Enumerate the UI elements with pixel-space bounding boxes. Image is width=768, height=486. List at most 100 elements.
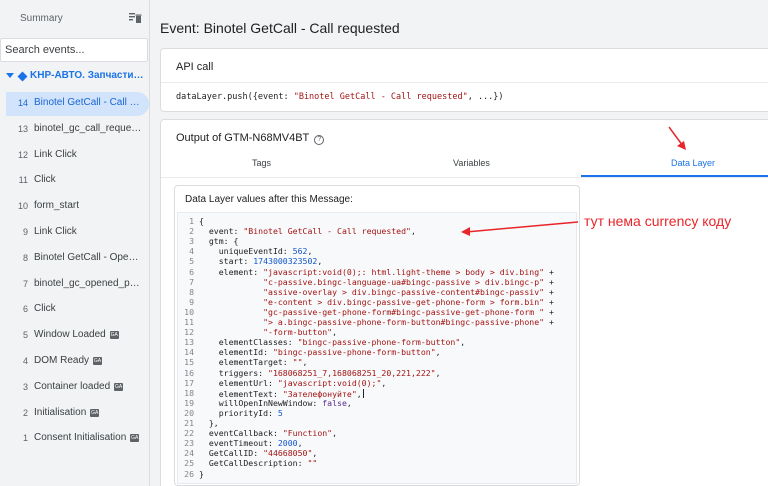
code-string: "" (307, 458, 318, 469)
help-icon[interactable]: ? (314, 135, 325, 145)
container-label: KHP-АВТО. Запчастини для (30, 70, 148, 81)
ga-badge-icon: GA (93, 356, 103, 365)
line-number: 9 (189, 296, 194, 307)
event-name-text: Consent Initialisation (34, 432, 127, 444)
event-number: 8 (22, 252, 28, 263)
event-number: 9 (22, 226, 28, 237)
divider (161, 82, 768, 83)
caret-down-icon[interactable] (6, 73, 14, 78)
event-name: Click (34, 303, 56, 314)
api-call-heading: API call (176, 61, 214, 73)
line-number: 18 (184, 387, 194, 398)
data-layer-heading: Data Layer values after this Message: (185, 194, 353, 205)
line-text: } (199, 468, 204, 479)
api-call-card: API call dataLayer.push({event: "Binotel… (160, 48, 768, 112)
line-number: 5 (189, 256, 194, 267)
event-number: 3 (22, 381, 28, 392)
output-heading: Output of GTM-N68MV4BT? (176, 132, 325, 145)
event-name: Click (34, 174, 56, 185)
code-string: "44668050" (263, 448, 313, 459)
event-item[interactable]: 12 Link Click (0, 143, 150, 169)
code-string: "-form-button" (263, 327, 333, 338)
code-string: "javascript:void(0);: html.light-theme >… (263, 266, 545, 277)
event-number: 10 (17, 201, 28, 212)
event-number: 13 (17, 123, 28, 134)
search-events-input[interactable] (0, 38, 148, 62)
event-name: Initialisation GA (34, 406, 100, 418)
ga-badge-icon: GA (109, 331, 119, 340)
event-list: 14Binotel GetCall - Call requested13bino… (0, 91, 150, 452)
event-item[interactable]: 4 DOM Ready GA (0, 349, 150, 375)
event-item[interactable]: 7 binotel_gc_opened_passive (0, 272, 150, 298)
line-text: elementUrl: "javascript:void(0);", (199, 377, 387, 388)
sidebar: Summary KHP-АВТО. Запчастини для 14Binot… (0, 0, 150, 486)
event-name: Link Click (34, 226, 77, 237)
event-item[interactable]: 11 Click (0, 168, 150, 194)
event-item[interactable]: 8 Binotel GetCall - Opened (0, 246, 150, 272)
event-name-text: Click (34, 303, 56, 315)
api-call-code-prefix: dataLayer.push({event: (176, 92, 294, 102)
api-call-code-suffix: , ...}) (467, 92, 504, 102)
clear-messages-icon[interactable] (128, 11, 142, 25)
ga-badge-icon: GA (130, 434, 140, 443)
code-number: 2000 (277, 438, 298, 449)
data-layer-box: Data Layer values after this Message: 1{… (174, 185, 580, 486)
code-string: "gc-passive-get-phone-form#bingc-passive… (263, 306, 545, 317)
event-item[interactable]: 1 Consent Initialisation GA (0, 426, 150, 452)
event-name: Consent Initialisation GA (34, 432, 140, 444)
code-string: "Binotel GetCall - Call requested" (243, 226, 411, 237)
event-name: Container loaded GA (34, 381, 124, 392)
code-number: 5 (277, 407, 283, 418)
code-string: "e-content > div.bingc-passive-get-phone… (263, 296, 545, 307)
event-name-text: Link Click (34, 225, 77, 237)
line-number: 7 (189, 276, 194, 287)
event-name-text: Click (34, 174, 56, 186)
event-number: 1 (22, 433, 28, 444)
line-number: 25 (184, 458, 194, 469)
ga-badge-icon: GA (90, 408, 100, 417)
event-name: Binotel GetCall - Call requested (34, 97, 142, 108)
event-name: form_start (34, 200, 79, 211)
event-name-text: DOM Ready (34, 354, 90, 366)
event-name-text: Initialisation (34, 406, 87, 418)
output-heading-text: Output of GTM-N68MV4BT (176, 132, 310, 144)
line-number: 8 (189, 286, 194, 297)
event-name-text: Binotel GetCall - Call requested (34, 97, 142, 108)
code-string: "168068251_7,168068251_20,221,222" (268, 367, 436, 378)
output-tabs: Tags Variables Data Layer (161, 152, 768, 178)
event-item[interactable]: 5 Window Loaded GA (0, 323, 150, 349)
event-number: 7 (22, 278, 28, 289)
event-name: Window Loaded GA (34, 329, 119, 340)
event-number: 4 (22, 355, 28, 366)
page-title: Event: Binotel GetCall - Call requested (160, 20, 400, 36)
tab-tags[interactable]: Tags (252, 158, 271, 168)
event-item[interactable]: 6 Click (0, 297, 150, 323)
active-tab-underline (581, 175, 768, 177)
event-name: Binotel GetCall - Opened (34, 252, 142, 263)
event-number: 2 (22, 407, 28, 418)
container-group[interactable]: KHP-АВТО. Запчастини для (0, 67, 150, 87)
api-call-code: dataLayer.push({event: "Binotel GetCall … (176, 92, 504, 102)
line-number: 6 (189, 266, 194, 277)
code-string: "Function" (282, 428, 333, 439)
code-number: 562 (292, 246, 308, 257)
line-number: 16 (184, 367, 194, 378)
event-item[interactable]: 14 Binotel GetCall - Call requested (0, 91, 150, 117)
event-item[interactable]: 10 form_start (0, 194, 150, 220)
event-number: 11 (18, 175, 28, 186)
event-number: 12 (17, 149, 28, 160)
code-string: "bingc-passive-phone-form-button" (272, 347, 436, 358)
event-item[interactable]: 2 Initialisation GA (0, 401, 150, 427)
event-item[interactable]: 9 Link Click (0, 220, 150, 246)
line-number: 19 (184, 397, 194, 408)
event-number: 6 (22, 304, 28, 315)
event-number: 14 (17, 98, 28, 108)
tab-variables[interactable]: Variables (453, 158, 490, 168)
event-name-text: binotel_gc_call_requested (34, 122, 142, 134)
ga-badge-icon: GA (114, 382, 124, 391)
line-text: GetCallDescription: "" (199, 458, 318, 469)
event-item[interactable]: 13 binotel_gc_call_requested (0, 117, 150, 143)
tab-data-layer[interactable]: Data Layer (671, 158, 715, 168)
data-layer-code[interactable]: 1{2 event: "Binotel GetCall - Call reque… (177, 212, 577, 484)
event-item[interactable]: 3 Container loaded GA (0, 375, 150, 401)
